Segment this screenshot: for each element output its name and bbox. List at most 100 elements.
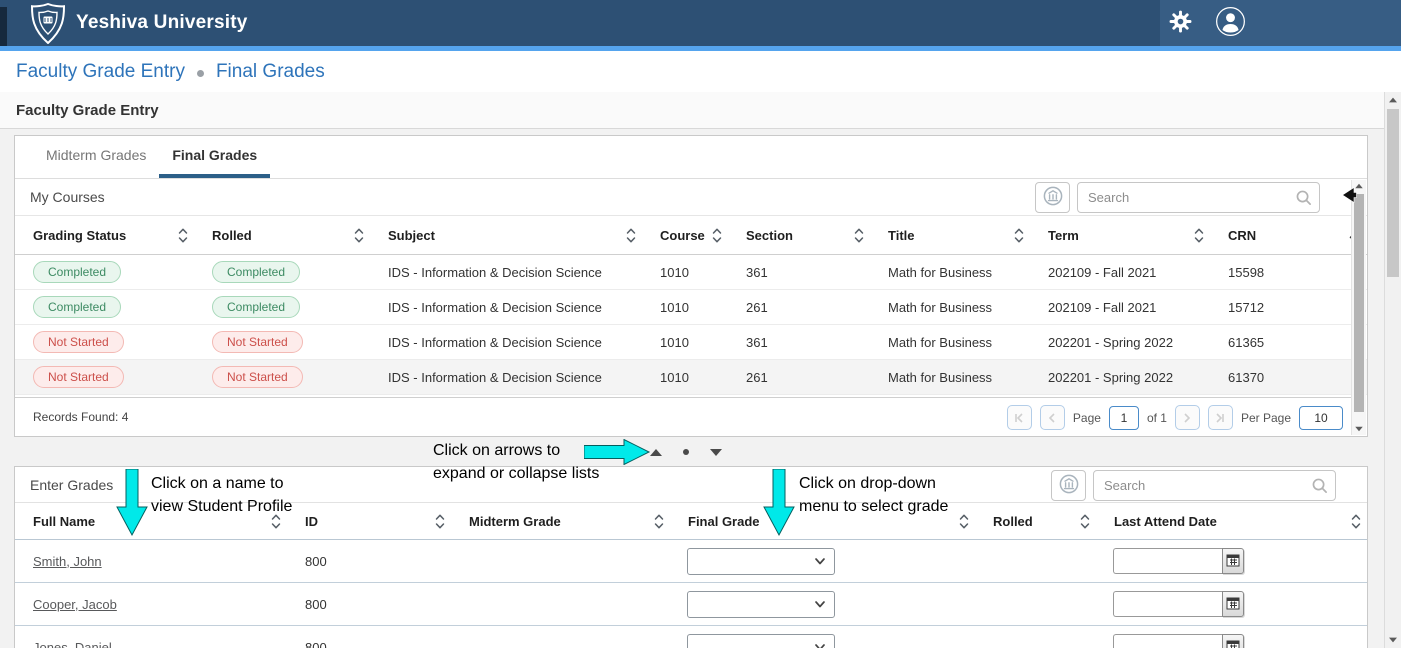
col-header-label: CRN	[1228, 228, 1256, 243]
col-header-label: Term	[1048, 228, 1079, 243]
sort-icon[interactable]	[1351, 513, 1361, 530]
cell-grading-status: Not Started	[15, 360, 194, 394]
sort-icon[interactable]	[1014, 227, 1024, 244]
last-attend-date-input[interactable]	[1113, 548, 1222, 574]
calendar-button[interactable]	[1222, 591, 1244, 617]
sort-icon[interactable]	[626, 227, 636, 244]
sort-icon[interactable]	[1080, 513, 1090, 530]
col-header-last-attend-date[interactable]: Last Attend Date	[1096, 503, 1367, 539]
col-header-title[interactable]: Title	[870, 216, 1030, 254]
calendar-button[interactable]	[1222, 548, 1244, 574]
scrollbar-down-arrow[interactable]	[1355, 427, 1363, 432]
collapse-dot[interactable]	[683, 449, 689, 455]
previous-page-button[interactable]	[1040, 405, 1065, 430]
gear-icon	[1168, 9, 1193, 37]
sort-icon[interactable]	[959, 513, 969, 530]
cell-id: 800	[287, 626, 451, 648]
collapse-up-arrow[interactable]	[650, 449, 662, 456]
sort-icon[interactable]	[654, 513, 664, 530]
cell-subject: IDS - Information & Decision Science	[370, 290, 642, 324]
enter-grades-rows: Smith, John800Cooper, Jacob800Jones, Dan…	[15, 540, 1367, 648]
breadcrumb-faculty-grade-entry[interactable]: Faculty Grade Entry	[16, 61, 185, 83]
cell-rolled	[975, 583, 1096, 625]
cell-section: 361	[728, 255, 870, 289]
tab-midterm-grades[interactable]: Midterm Grades	[33, 136, 159, 178]
enter-grades-search-input[interactable]	[1093, 470, 1336, 501]
page-scroll-up-arrow[interactable]	[1389, 98, 1397, 103]
student-name-link[interactable]: Jones, Daniel	[33, 640, 112, 648]
cell-full-name: Smith, John	[15, 540, 287, 582]
status-badge: Not Started	[212, 331, 303, 353]
student-name-link[interactable]: Smith, John	[33, 554, 102, 569]
student-row: Cooper, Jacob800	[15, 583, 1367, 626]
col-header-id[interactable]: ID	[287, 503, 451, 539]
chevron-down-icon	[814, 598, 826, 613]
annotation-down-arrow-name	[116, 469, 148, 542]
settings-button[interactable]	[1168, 9, 1193, 37]
records-row: Records Found: 4 Page of 1 Per Page	[15, 397, 1351, 436]
col-header-label: Midterm Grade	[469, 514, 561, 529]
col-header-course[interactable]: Course	[642, 216, 728, 254]
per-page-label: Per Page	[1241, 411, 1291, 425]
last-attend-date-input[interactable]	[1113, 591, 1222, 617]
cell-midterm-grade	[451, 540, 670, 582]
page-scrollbar[interactable]	[1384, 92, 1401, 648]
cell-title: Math for Business	[870, 290, 1030, 324]
col-header-subject[interactable]: Subject	[370, 216, 642, 254]
cell-term: 202201 - Spring 2022	[1030, 325, 1210, 359]
breadcrumb: Faculty Grade Entry Final Grades	[0, 51, 1401, 92]
cell-midterm-grade	[451, 626, 670, 648]
cell-course: 1010	[642, 255, 728, 289]
university-shield-logo	[30, 3, 66, 49]
cell-term: 202109 - Fall 2021	[1030, 255, 1210, 289]
sort-icon[interactable]	[354, 227, 364, 244]
calendar-button[interactable]	[1222, 634, 1244, 648]
chevron-down-icon	[814, 555, 826, 570]
course-row: Not StartedNot StartedIDS - Information …	[15, 325, 1367, 360]
cell-grading-status: Completed	[15, 290, 194, 324]
col-header-section[interactable]: Section	[728, 216, 870, 254]
col-header-label: Final Grade	[688, 514, 760, 529]
cell-last-attend-date	[1096, 626, 1367, 648]
scrollbar-thumb[interactable]	[1354, 194, 1364, 412]
my-courses-search-input[interactable]	[1077, 182, 1320, 213]
chevron-down-icon	[814, 641, 826, 648]
final-grade-select[interactable]	[687, 591, 835, 618]
student-name-link[interactable]: Cooper, Jacob	[33, 597, 117, 612]
col-header-rolled[interactable]: Rolled	[194, 216, 370, 254]
tab-final-grades[interactable]: Final Grades	[159, 136, 270, 178]
per-page-input[interactable]	[1299, 406, 1343, 430]
cell-full-name: Cooper, Jacob	[15, 583, 287, 625]
page-scroll-down-arrow[interactable]	[1389, 638, 1397, 643]
last-page-button[interactable]	[1208, 405, 1233, 430]
sort-icon[interactable]	[712, 227, 722, 244]
cell-section: 261	[728, 290, 870, 324]
last-attend-date-input[interactable]	[1113, 634, 1222, 648]
tools-button[interactable]	[1035, 182, 1070, 213]
breadcrumb-final-grades[interactable]: Final Grades	[216, 61, 325, 83]
profile-button[interactable]	[1215, 6, 1246, 40]
col-header-grading-status[interactable]: Grading Status	[15, 216, 194, 254]
final-grade-select[interactable]	[687, 634, 835, 648]
tools-button[interactable]	[1051, 470, 1086, 501]
page-number-input[interactable]	[1109, 406, 1139, 430]
sort-icon[interactable]	[1194, 227, 1204, 244]
sort-icon[interactable]	[435, 513, 445, 530]
course-row: CompletedCompletedIDS - Information & De…	[15, 255, 1367, 290]
final-grade-select[interactable]	[687, 548, 835, 575]
collapse-down-arrow[interactable]	[710, 449, 722, 456]
col-header-rolled[interactable]: Rolled	[975, 503, 1096, 539]
col-header-crn[interactable]: CRN	[1210, 216, 1367, 254]
table-scrollbar[interactable]	[1351, 180, 1366, 435]
date-picker	[1113, 591, 1244, 617]
col-header-term[interactable]: Term	[1030, 216, 1210, 254]
col-header-midterm-grade[interactable]: Midterm Grade	[451, 503, 670, 539]
sort-icon[interactable]	[178, 227, 188, 244]
page-scroll-thumb[interactable]	[1387, 109, 1399, 277]
next-page-button[interactable]	[1175, 405, 1200, 430]
cell-id: 800	[287, 540, 451, 582]
cell-grading-status: Not Started	[15, 325, 194, 359]
first-page-button[interactable]	[1007, 405, 1032, 430]
cell-final-grade	[670, 626, 975, 648]
sort-icon[interactable]	[854, 227, 864, 244]
